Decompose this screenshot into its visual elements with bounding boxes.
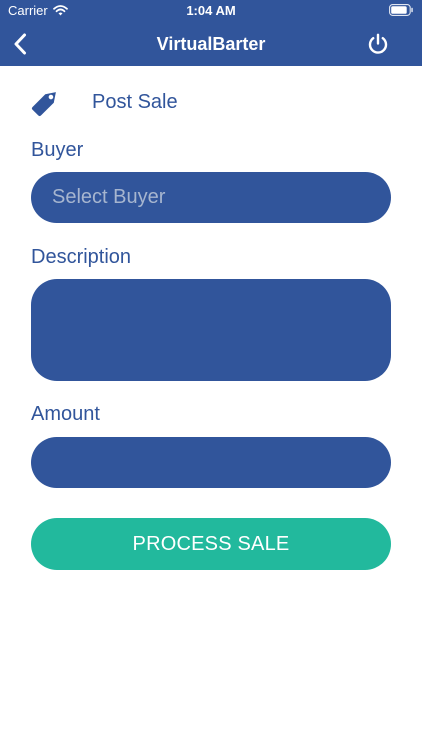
- status-time: 1:04 AM: [186, 3, 236, 18]
- power-button[interactable]: [366, 32, 390, 56]
- status-bar: Carrier 1:04 AM: [0, 0, 422, 22]
- page-header: Post Sale: [28, 84, 178, 120]
- nav-bar: VirtualBarter: [0, 22, 422, 66]
- buyer-placeholder: Select Buyer: [52, 186, 166, 208]
- buyer-select[interactable]: Select Buyer: [31, 172, 391, 223]
- amount-field[interactable]: [31, 437, 391, 488]
- power-icon: [368, 33, 388, 54]
- tag-icon: [28, 84, 64, 120]
- process-sale-button[interactable]: PROCESS SALE: [31, 518, 391, 570]
- app-title: VirtualBarter: [156, 34, 266, 54]
- description-field[interactable]: [31, 279, 391, 381]
- buyer-label: Buyer: [31, 139, 84, 161]
- amount-label: Amount: [31, 403, 100, 425]
- tag-icon-graphic: [31, 92, 56, 117]
- page-title: Post Sale: [92, 90, 178, 113]
- top-bar: Carrier 1:04 AM VirtualBarter: [0, 0, 422, 66]
- description-label: Description: [31, 246, 132, 268]
- battery-icon: [389, 4, 413, 16]
